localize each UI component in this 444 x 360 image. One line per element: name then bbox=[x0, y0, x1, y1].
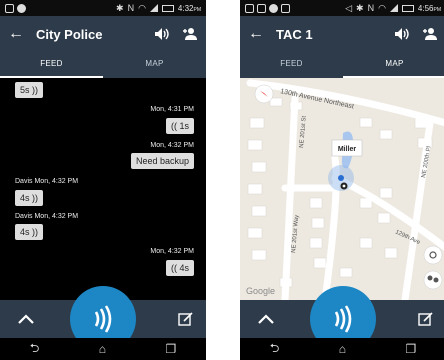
text-message-bubble[interactable]: Need backup bbox=[130, 153, 194, 169]
message-feed[interactable]: 5s )) Mon, 4:31 PM (( 1s Mon, 4:32 PM Ne… bbox=[0, 78, 206, 300]
signal-icon bbox=[389, 4, 398, 12]
phone-screen-map: ◁ ✱ N ◠ 4:56PM ← TAC 1 FEED MAP 130th Av… bbox=[240, 0, 444, 360]
speaker-icon[interactable] bbox=[154, 26, 170, 42]
voice-message-bubble[interactable]: 4s )) bbox=[15, 224, 44, 240]
mute-icon: ◁ bbox=[345, 2, 353, 13]
back-nav-icon[interactable]: ⮌ bbox=[30, 339, 40, 360]
signal-icon bbox=[149, 4, 158, 12]
home-nav-icon[interactable]: ⌂ bbox=[99, 342, 106, 356]
voice-message-bubble[interactable]: (( 1s bbox=[165, 118, 194, 134]
add-member-icon[interactable] bbox=[182, 26, 198, 42]
status-bar: ✱ N ◠ 4:32PM bbox=[0, 0, 206, 16]
message-sender-line: Davis Mon, 4:32 PM bbox=[15, 178, 78, 185]
app-bar: ← TAC 1 bbox=[240, 16, 444, 52]
show-members-button[interactable] bbox=[423, 270, 443, 290]
speaker-icon[interactable] bbox=[394, 26, 410, 42]
sound-waves-icon: )) bbox=[32, 227, 39, 237]
tab-bar: FEED MAP bbox=[240, 52, 444, 78]
location-dot bbox=[338, 175, 344, 181]
marker-label: Miller bbox=[338, 146, 357, 153]
message-sender: Davis bbox=[15, 178, 33, 185]
user-marker-center bbox=[342, 184, 346, 188]
members-icon bbox=[433, 277, 439, 283]
compose-icon[interactable] bbox=[418, 311, 434, 327]
message-sender: Davis bbox=[15, 213, 33, 220]
compose-icon[interactable] bbox=[178, 311, 194, 327]
sound-waves-icon: )) bbox=[32, 193, 39, 203]
system-nav-bar: ⮌ ⌂ ❐ bbox=[0, 338, 206, 360]
notification-icon bbox=[5, 3, 14, 13]
message-sender-line: Davis Mon, 4:32 PM bbox=[15, 213, 78, 220]
sound-waves-icon: (( bbox=[170, 263, 177, 273]
tab-map[interactable]: MAP bbox=[103, 52, 206, 78]
status-bar: ◁ ✱ N ◠ 4:56PM bbox=[240, 0, 444, 16]
nfc-icon: N bbox=[367, 3, 375, 13]
system-nav-bar: ⮌ ⌂ ❐ bbox=[240, 338, 444, 360]
map-view[interactable]: 130th Avenue Northeast NE 201st St NE 20… bbox=[240, 78, 444, 300]
battery-icon bbox=[161, 4, 174, 12]
tab-map[interactable]: MAP bbox=[343, 52, 444, 78]
email-icon bbox=[281, 3, 290, 13]
chevron-up-icon[interactable] bbox=[256, 309, 276, 329]
app-notification-icon bbox=[269, 3, 278, 13]
channel-title: City Police bbox=[36, 26, 103, 42]
bluetooth-icon: ✱ bbox=[116, 2, 124, 13]
chevron-up-icon[interactable] bbox=[16, 309, 36, 329]
sound-waves-icon bbox=[334, 305, 352, 333]
my-location-button[interactable] bbox=[423, 245, 443, 265]
recents-nav-icon[interactable]: ❐ bbox=[406, 342, 417, 356]
message-timestamp: Mon, 4:31 PM bbox=[150, 106, 194, 113]
status-time: 4:56PM bbox=[417, 3, 441, 13]
map-canvas[interactable]: 130th Avenue Northeast NE 201st St NE 20… bbox=[240, 78, 444, 300]
sound-waves-icon: (( bbox=[170, 121, 177, 131]
notification-icon bbox=[245, 3, 254, 13]
wifi-icon: ◠ bbox=[138, 2, 146, 13]
notification-icon bbox=[257, 3, 266, 13]
back-arrow-icon[interactable]: ← bbox=[8, 25, 30, 43]
battery-icon bbox=[401, 4, 414, 12]
back-nav-icon[interactable]: ⮌ bbox=[270, 339, 280, 360]
app-notification-icon bbox=[17, 3, 26, 13]
message-timestamp: Mon, 4:32 PM bbox=[150, 142, 194, 149]
wifi-icon: ◠ bbox=[378, 2, 386, 13]
channel-title: TAC 1 bbox=[276, 26, 313, 42]
phone-screen-feed: ✱ N ◠ 4:32PM ← City Police FEED MAP 5s )… bbox=[0, 0, 206, 360]
voice-message-bubble[interactable]: 5s )) bbox=[15, 82, 44, 98]
recents-nav-icon[interactable]: ❐ bbox=[166, 342, 177, 356]
add-member-icon[interactable] bbox=[422, 26, 438, 42]
back-arrow-icon[interactable]: ← bbox=[248, 25, 270, 43]
tab-bar: FEED MAP bbox=[0, 52, 206, 78]
sound-waves-icon bbox=[94, 305, 112, 333]
sound-waves-icon: )) bbox=[32, 85, 39, 95]
voice-message-bubble[interactable]: (( 4s bbox=[165, 260, 194, 276]
nfc-icon: N bbox=[127, 3, 135, 13]
app-bar: ← City Police bbox=[0, 16, 206, 52]
home-nav-icon[interactable]: ⌂ bbox=[339, 342, 346, 356]
tab-feed[interactable]: FEED bbox=[0, 52, 103, 78]
tab-feed[interactable]: FEED bbox=[240, 52, 343, 78]
members-icon bbox=[427, 275, 433, 281]
message-timestamp: Mon, 4:32 PM bbox=[34, 213, 79, 220]
voice-message-bubble[interactable]: 4s )) bbox=[15, 190, 44, 206]
status-time: 4:32PM bbox=[177, 3, 201, 13]
message-timestamp: Mon, 4:32 PM bbox=[34, 178, 79, 185]
message-timestamp: Mon, 4:32 PM bbox=[150, 248, 194, 255]
map-attribution: Google bbox=[246, 286, 275, 296]
bluetooth-icon: ✱ bbox=[356, 2, 364, 13]
